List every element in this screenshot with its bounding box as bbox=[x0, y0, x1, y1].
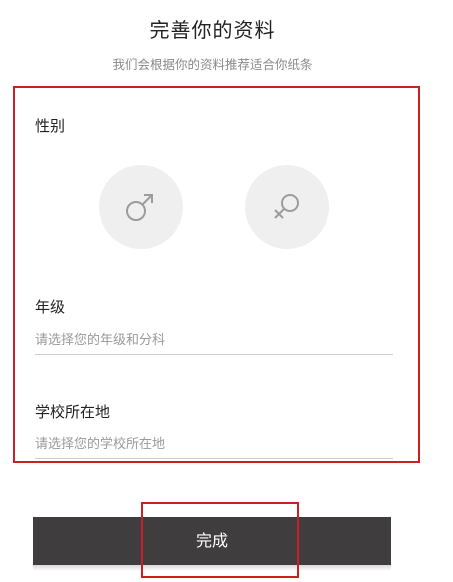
gender-label: 性别 bbox=[35, 117, 66, 135]
school-location-input[interactable] bbox=[35, 430, 393, 459]
page-subtitle: 我们会根据你的资料推荐适合你纸条 bbox=[112, 57, 313, 72]
school-location-label: 学校所在地 bbox=[35, 403, 111, 421]
page-title: 完善你的资料 bbox=[149, 18, 276, 42]
female-option-button[interactable] bbox=[245, 165, 329, 249]
grade-input[interactable] bbox=[35, 326, 393, 355]
female-symbol-icon bbox=[274, 194, 299, 219]
button-shadow bbox=[33, 565, 391, 571]
profile-completion-page: 完善你的资料 我们会根据你的资料推荐适合你纸条 性别 年级 学校所在地 完成 bbox=[0, 0, 453, 582]
submit-button[interactable]: 完成 bbox=[33, 517, 391, 565]
male-option-button[interactable] bbox=[99, 165, 183, 249]
male-symbol-icon bbox=[126, 194, 153, 221]
profile-form-highlight: 性别 年级 学校所在地 bbox=[13, 86, 420, 463]
grade-label: 年级 bbox=[35, 298, 66, 316]
